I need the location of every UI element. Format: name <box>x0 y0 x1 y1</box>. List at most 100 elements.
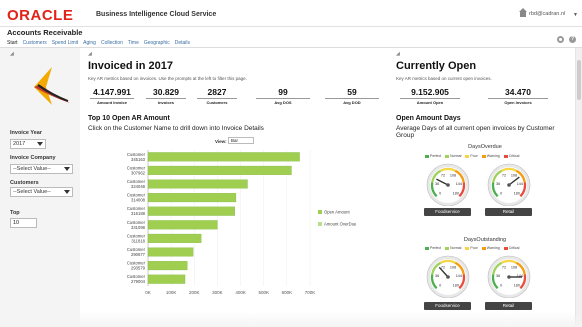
kpi-value: 99 <box>278 87 288 97</box>
legend-item: Perfect <box>425 154 441 158</box>
kpi-value: 30.829 <box>153 87 179 97</box>
scrollbar[interactable] <box>575 48 582 327</box>
kpi-amount-open: 9.152.905 Amount Open <box>400 87 460 105</box>
gauge-tick-label: 144 <box>517 182 523 186</box>
chevron-down-icon[interactable]: ▼ <box>573 12 578 18</box>
customers-select[interactable]: --Select Value-- <box>10 187 73 197</box>
gauge-tick-label: 180 <box>453 191 459 195</box>
kpi-avg-dod: 59 Avg DOD <box>325 87 379 105</box>
user-menu[interactable]: rbd@cadran.nl <box>529 11 565 17</box>
top-input[interactable]: 10 <box>10 218 37 228</box>
bottom-fade <box>0 312 582 327</box>
legend-item: Warning <box>481 246 500 250</box>
gauge-button-foodservice[interactable]: Foodservice <box>424 208 471 216</box>
gauge-button-retail[interactable]: Retail <box>485 208 532 216</box>
gauge-tick-label: 108 <box>511 174 517 178</box>
gauge-tick-label: 72 <box>502 174 506 178</box>
legend-item: Normal <box>445 154 461 158</box>
open-subtitle: Key AR metrics based on current open inv… <box>396 76 492 81</box>
gauge-tick-label: 72 <box>441 174 445 178</box>
legend-item: Critical <box>503 246 519 250</box>
invoice-year-select[interactable]: 2017 <box>10 139 46 149</box>
home-icon[interactable] <box>519 8 527 17</box>
app-name: Business Intelligence Cloud Service <box>96 11 217 18</box>
category-label: 314008 <box>131 198 146 203</box>
view-label: View: <box>215 139 227 144</box>
collapse-icon[interactable]: ◢ <box>10 51 14 57</box>
kpi-label: Amount Open <box>400 98 460 105</box>
invoice-company-select[interactable]: --Select Value-- <box>10 164 73 174</box>
top10-title: Top 10 Open AR Amount <box>88 115 170 122</box>
legend-swatch <box>503 154 508 158</box>
category-label: 307962 <box>131 170 146 175</box>
gauge-group-title: DaysOutstanding <box>463 237 507 243</box>
kpi-label: Open Invoices <box>488 98 548 105</box>
category-label: 311818 <box>131 238 145 243</box>
legend-label: Warning <box>486 154 500 158</box>
gear-icon[interactable] <box>557 36 564 43</box>
x-tick-label: 400K <box>235 290 246 295</box>
kpi-label: Customers <box>197 98 237 105</box>
collapse-icon[interactable]: ◢ <box>88 51 92 57</box>
kpi-value: 34.470 <box>505 87 531 97</box>
gauge-tick-label: 0 <box>439 283 441 287</box>
collapse-icon[interactable]: ◢ <box>396 51 400 57</box>
invoice-year-label: Invoice Year <box>10 130 43 136</box>
gauge-tick-label: 36 <box>496 274 500 278</box>
kpi-value: 9.152.905 <box>411 87 449 97</box>
gauge-legend: Perfect Normal Poor Warning Critical <box>425 246 523 250</box>
legend-label: Warning <box>486 246 500 250</box>
top10-desc: Click on the Customer Name to drill down… <box>88 125 264 132</box>
kpi-label: Invoices <box>146 98 186 105</box>
gauge-dial: 03672 108144180 <box>487 255 531 298</box>
gauge-hub <box>446 275 450 279</box>
gauge-button-foodservice[interactable]: Foodservice <box>424 302 471 310</box>
legend-label: Amount OverDue <box>324 222 357 227</box>
view-select[interactable]: Bar <box>228 137 254 144</box>
chevron-down-icon <box>64 190 70 194</box>
gauge-button-retail[interactable]: Retail <box>485 302 532 310</box>
gauge-tick-label: 0 <box>500 283 502 287</box>
legend-label: Poor <box>470 246 478 250</box>
legend-item: Perfect <box>425 246 441 250</box>
scrollbar-thumb[interactable] <box>577 60 581 100</box>
kpi-invoices: 30.829 Invoices <box>146 87 186 105</box>
gauge-tick-label: 180 <box>514 191 520 195</box>
open-days-title: Open Amount Days <box>396 115 461 122</box>
legend-swatch <box>465 246 470 250</box>
kpi-value: 4.147.991 <box>93 87 131 97</box>
gauge-dial: 03672 108144180 <box>487 163 531 206</box>
bar <box>147 274 186 284</box>
gauge-hub <box>446 183 450 187</box>
legend-swatch <box>425 154 429 158</box>
gauge-tick-label: 108 <box>450 266 456 270</box>
legend-swatch <box>445 246 450 250</box>
bar <box>147 261 188 271</box>
gauge-hub <box>507 183 511 187</box>
customers-value: --Select Value-- <box>13 189 51 195</box>
kpi-label: Amount Invoice <box>90 98 134 105</box>
legend-label: Normal <box>450 154 462 158</box>
x-tick-label: 700K <box>305 290 316 295</box>
gauge-tick-label: 36 <box>435 274 439 278</box>
legend-label: Critical <box>508 154 520 158</box>
help-icon[interactable]: ? <box>569 36 576 43</box>
legend-item: Poor <box>465 246 478 250</box>
customers-label: Customers <box>10 180 39 186</box>
x-tick-label: 600K <box>282 290 293 295</box>
legend-swatch <box>318 210 322 214</box>
legend-label: Perfect <box>430 154 442 158</box>
invoice-company-value: --Select Value-- <box>13 166 51 172</box>
category-label: 316188 <box>131 211 146 216</box>
category-label: 279004 <box>131 279 146 284</box>
x-tick-label: 200K <box>189 290 200 295</box>
bar <box>147 152 300 162</box>
top-label: Top <box>10 210 20 216</box>
tab-divider <box>0 47 582 48</box>
bar <box>147 179 248 189</box>
gauge-dial: 03672 108144180 <box>426 255 470 298</box>
gauge-tick-label: 144 <box>456 182 462 186</box>
kpi-label: Avg DOS <box>256 98 310 105</box>
bar <box>147 206 235 216</box>
legend-swatch <box>481 246 486 250</box>
